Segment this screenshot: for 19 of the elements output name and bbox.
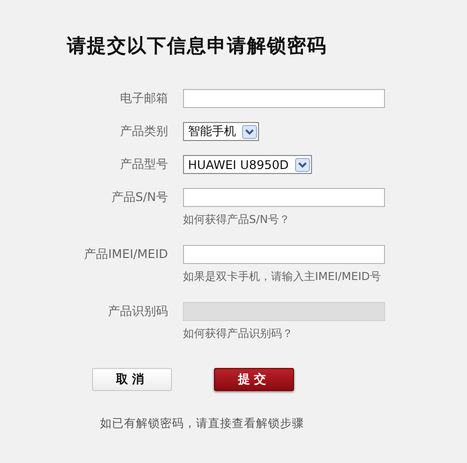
help-link[interactable]: 如果是双卡手机，请输入主IMEI/MEID号 (183, 269, 381, 284)
field-label: 产品识别码 (108, 303, 168, 320)
chevron-down-icon (294, 158, 310, 172)
field-label: 产品S/N号 (111, 189, 168, 206)
field-label: 产品型号 (120, 156, 168, 173)
field-label: 产品IMEI/MEID (84, 246, 168, 263)
cancel-button[interactable]: 取消 (92, 368, 172, 391)
submit-button[interactable]: 提交 (214, 368, 294, 391)
input-field[interactable] (183, 89, 385, 108)
help-link[interactable]: 如何获得产品S/N号？ (183, 212, 290, 227)
field-label: 电子邮箱 (120, 90, 168, 107)
page-title: 请提交以下信息申请解锁密码 (67, 34, 328, 59)
input-field[interactable] (183, 245, 385, 264)
chevron-down-icon (242, 124, 257, 138)
field-label: 产品类别 (120, 123, 168, 140)
dropdown-select[interactable]: 智能手机 (183, 122, 259, 141)
dropdown-select[interactable]: HUAWEI U8950D (183, 155, 312, 174)
input-field[interactable] (183, 188, 385, 207)
footer-note: 如已有解锁密码，请直接查看解锁步骤 (100, 416, 305, 431)
